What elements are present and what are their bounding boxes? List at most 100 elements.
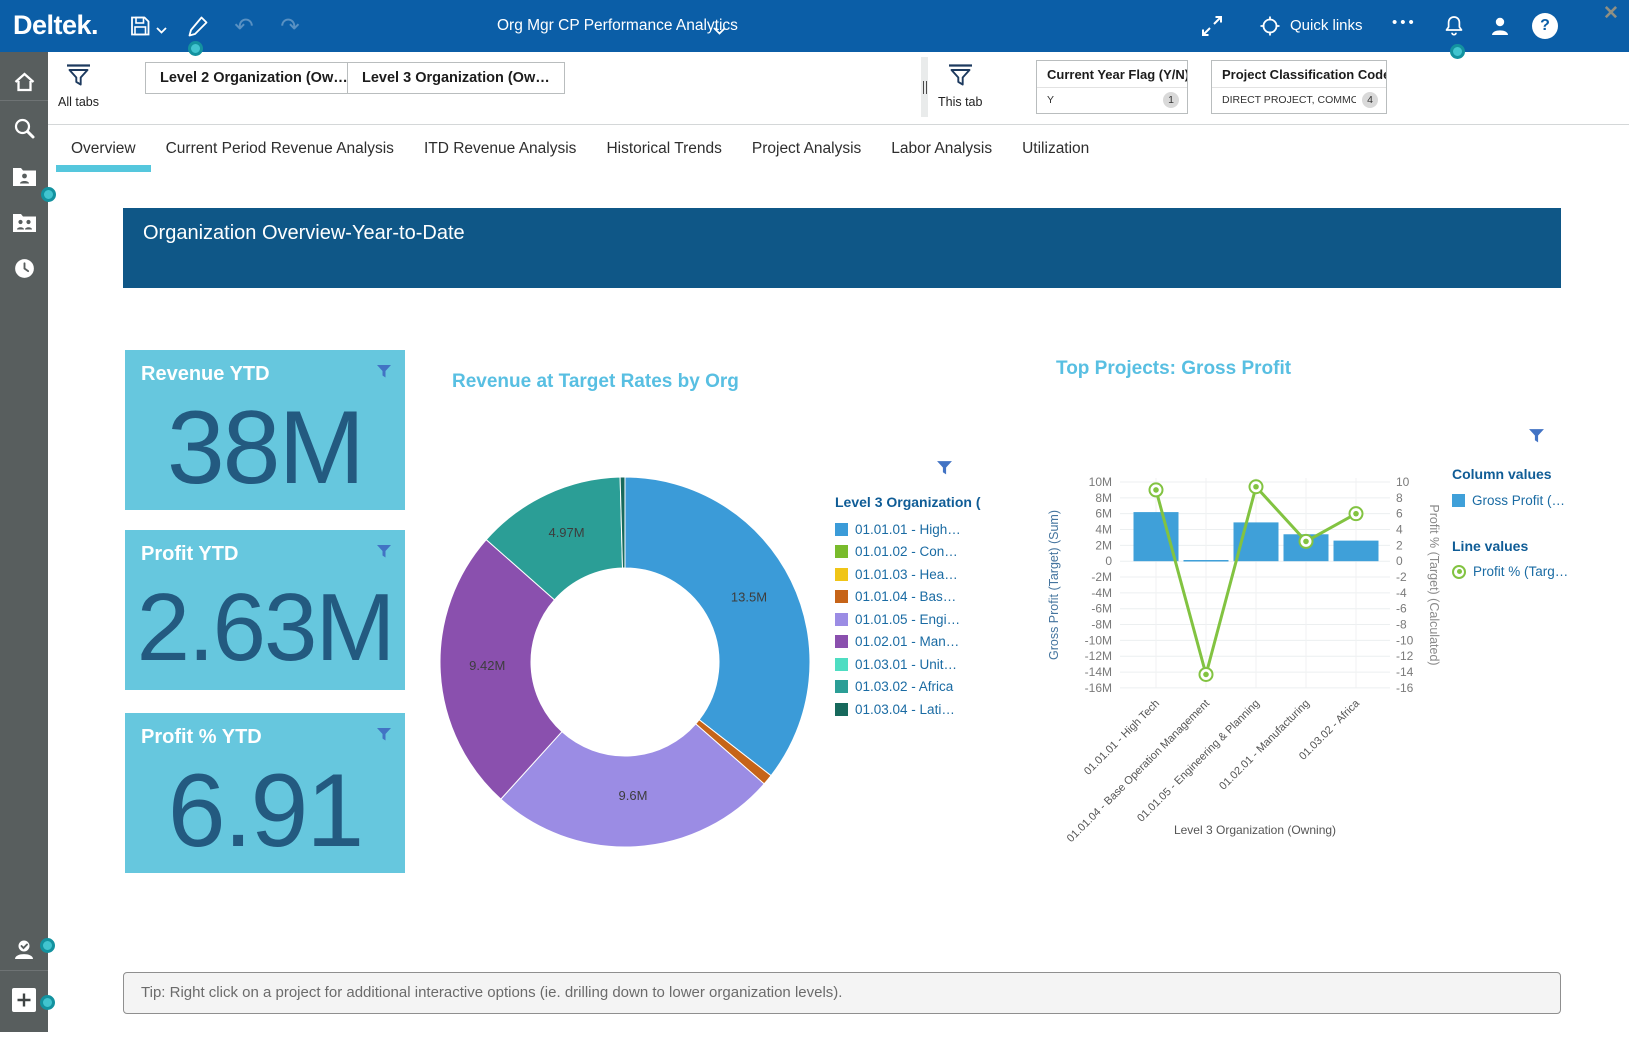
filter-funnel-icon[interactable] <box>376 727 392 747</box>
user-profile-icon[interactable] <box>1488 14 1512 38</box>
donut-legend-item[interactable]: 01.01.03 - Hea… <box>835 563 980 586</box>
report-title[interactable]: Org Mgr CP Performance Analytics <box>497 0 738 52</box>
x-axis-category-label[interactable]: 01.02.01 - Manufacturing <box>1217 698 1312 793</box>
this-tab-label: This tab <box>938 95 982 109</box>
legend-swatch-icon <box>835 635 848 648</box>
right-axis-tick-label: -12 <box>1396 649 1414 663</box>
beacon-indicator[interactable] <box>1450 44 1465 59</box>
right-axis-tick-label: 4 <box>1396 523 1403 537</box>
left-axis-tick-label: -6M <box>1091 602 1112 616</box>
legend-label: 01.03.02 - Africa <box>855 679 953 694</box>
sidebar-item-recent-clock[interactable] <box>0 248 48 288</box>
donut-data-label: 9.6M <box>619 788 648 803</box>
bar-gross-profit[interactable] <box>1184 560 1229 562</box>
donut-legend-item[interactable]: 01.03.02 - Africa <box>835 676 980 699</box>
kpi-card-revenue-ytd[interactable]: Revenue YTD 38M <box>125 350 405 510</box>
notifications-bell-icon[interactable] <box>1442 14 1466 38</box>
tab-current-period-revenue-analysis[interactable]: Current Period Revenue Analysis <box>151 125 409 173</box>
deltek-analytics-app: Deltek. ↶ ↷ Org Mgr CP Performance Analy… <box>0 0 1629 1040</box>
bar-gross-profit[interactable] <box>1134 512 1179 561</box>
undo-icon[interactable]: ↶ <box>232 14 256 38</box>
sidebar-divider <box>0 970 48 971</box>
donut-data-label: 13.5M <box>731 589 767 604</box>
edit-pencil-icon[interactable] <box>186 14 210 38</box>
filter-chip-level2-org[interactable]: Level 2 Organization (Ow… <box>145 62 363 94</box>
tab-itd-revenue-analysis[interactable]: ITD Revenue Analysis <box>409 125 592 173</box>
quick-links-button[interactable]: Quick links <box>1290 0 1363 52</box>
donut-legend-item[interactable]: 01.01.02 - Con… <box>835 541 980 564</box>
more-options-icon[interactable]: ••• <box>1392 14 1417 31</box>
legend-item-profit-pct[interactable]: Profit % (Targ… <box>1452 561 1587 584</box>
donut-legend-item[interactable]: 01.01.01 - High… <box>835 518 980 541</box>
redo-icon[interactable]: ↷ <box>278 14 302 38</box>
donut-data-label: 4.97M <box>548 525 584 540</box>
beacon-indicator[interactable] <box>40 938 55 953</box>
filter-chip-current-year-flag[interactable]: Current Year Flag (Y/N) Y 1 <box>1036 60 1188 114</box>
beacon-indicator[interactable] <box>41 187 56 202</box>
right-axis-tick-label: 0 <box>1396 554 1403 568</box>
line-marker-icon <box>1452 565 1466 579</box>
report-title-chevron-icon[interactable] <box>713 23 726 41</box>
beacon-indicator[interactable] <box>188 41 203 56</box>
tab-label: Current Period Revenue Analysis <box>166 140 394 158</box>
tip-bar: Tip: Right click on a project for additi… <box>123 972 1561 1014</box>
tab-label: Project Analysis <box>752 140 861 158</box>
target-crosshair-icon[interactable] <box>1258 14 1282 38</box>
deltek-logo: Deltek. <box>13 10 98 41</box>
section-banner: Organization Overview-Year-to-Date <box>123 208 1561 288</box>
donut-chart[interactable]: 13.5M9.6M9.42M4.97M <box>435 472 815 852</box>
fullscreen-expand-icon[interactable] <box>1200 14 1224 38</box>
beacon-indicator[interactable] <box>40 995 55 1010</box>
tab-labor-analysis[interactable]: Labor Analysis <box>876 125 1007 173</box>
combo-filter-funnel-icon[interactable] <box>1528 428 1545 449</box>
left-axis-tick-label: 8M <box>1095 491 1112 505</box>
filter-funnel-icon[interactable] <box>376 364 392 384</box>
this-tab-filter-button[interactable]: This tab <box>938 64 982 109</box>
all-tabs-filter-button[interactable]: All tabs <box>58 64 99 109</box>
legend-swatch-icon <box>835 545 848 558</box>
bar-gross-profit[interactable] <box>1334 541 1379 562</box>
legend-swatch-icon <box>835 680 848 693</box>
filter-funnel-icon[interactable] <box>376 544 392 564</box>
line-marker-dot <box>1353 511 1359 517</box>
line-marker-dot <box>1303 539 1309 545</box>
left-sidebar <box>0 52 48 1032</box>
legend-item-gross-profit[interactable]: Gross Profit (… <box>1452 489 1587 512</box>
sidebar-item-home[interactable] <box>0 62 48 102</box>
donut-filter-funnel-icon[interactable] <box>936 460 953 481</box>
kpi-card-profit-pct-ytd[interactable]: Profit % YTD 6.91 <box>125 713 405 873</box>
line-values-title: Line values <box>1452 538 1587 554</box>
combo-chart[interactable]: 10M108M86M64M42M200-2M-2-4M-4-6M-6-8M-8-… <box>1020 440 1440 850</box>
legend-label: 01.01.05 - Engi… <box>855 612 960 627</box>
donut-legend-item[interactable]: 01.02.01 - Man… <box>835 631 980 654</box>
sidebar-item-search[interactable] <box>0 108 48 148</box>
right-axis-tick-label: 6 <box>1396 507 1403 521</box>
donut-legend-item[interactable]: 01.01.04 - Bas… <box>835 586 980 609</box>
help-icon[interactable]: ? <box>1532 13 1558 39</box>
donut-legend-item[interactable]: 01.03.01 - Unit… <box>835 653 980 676</box>
tab-overview[interactable]: Overview <box>56 125 151 173</box>
legend-swatch-icon <box>835 590 848 603</box>
donut-segment[interactable] <box>625 477 810 776</box>
right-axis-tick-label: -2 <box>1396 570 1407 584</box>
filter-chip-project-classification[interactable]: Project Classification Code DIRECT PROJE… <box>1211 60 1387 114</box>
all-tabs-label: All tabs <box>58 95 99 109</box>
donut-legend-item[interactable]: 01.01.05 - Engi… <box>835 608 980 631</box>
donut-legend-item[interactable]: 01.03.04 - Lati… <box>835 698 980 721</box>
filter-chip-level3-org[interactable]: Level 3 Organization (Ow… <box>347 62 565 94</box>
kpi-label: Profit YTD <box>141 543 238 566</box>
donut-legend: Level 3 Organization ( 01.01.01 - High…0… <box>835 494 980 721</box>
save-icon[interactable] <box>128 14 152 38</box>
legend-swatch-icon <box>835 523 848 536</box>
combo-legend: Column values Gross Profit (… Line value… <box>1452 466 1587 609</box>
kpi-card-profit-ytd[interactable]: Profit YTD 2.63M <box>125 530 405 690</box>
sidebar-item-my-folder[interactable] <box>0 156 48 196</box>
close-icon[interactable]: ✕ <box>1603 2 1619 25</box>
donut-legend-title: Level 3 Organization ( <box>835 494 980 510</box>
save-dropdown-chevron-icon[interactable] <box>156 22 180 46</box>
tab-historical-trends[interactable]: Historical Trends <box>591 125 736 173</box>
tab-project-analysis[interactable]: Project Analysis <box>737 125 876 173</box>
tab-utilization[interactable]: Utilization <box>1007 125 1104 173</box>
filter-pane-drag-handle[interactable] <box>921 57 928 117</box>
sidebar-item-shared-folder[interactable] <box>0 202 48 242</box>
